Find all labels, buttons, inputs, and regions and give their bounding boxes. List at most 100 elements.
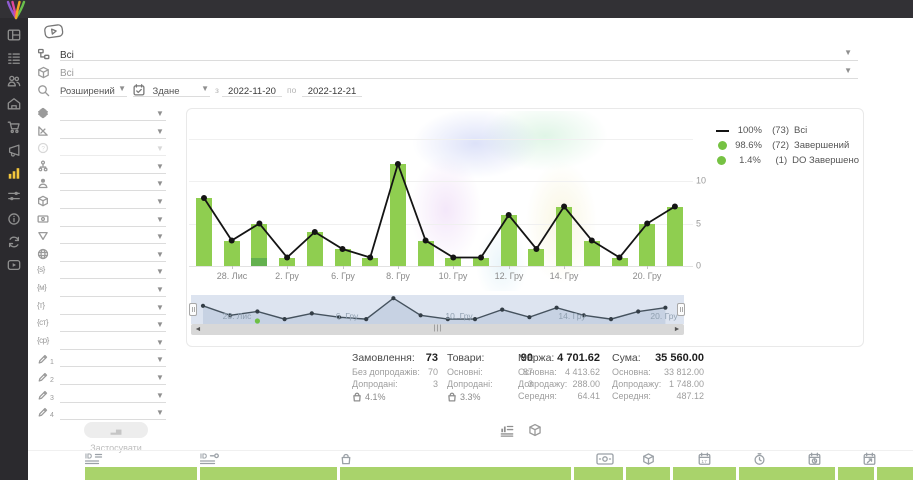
bar-completed[interactable] — [556, 207, 572, 267]
date-from-input[interactable]: 2022-11-20 — [222, 81, 282, 97]
legend-count: (1) — [761, 155, 787, 166]
pencil-icon — [37, 389, 49, 401]
bar-completed[interactable] — [639, 224, 655, 267]
id-equal-icon[interactable]: ID — [85, 452, 103, 466]
filter-row-badge-13[interactable]: {ср}▼ — [34, 336, 168, 351]
bar-completed[interactable] — [667, 207, 683, 267]
filter-row-question[interactable]: ?▼ — [34, 142, 168, 157]
bar-completed[interactable] — [224, 241, 240, 267]
sidebar-item-analytics-icon[interactable] — [7, 166, 21, 180]
filter-row-badge-10[interactable]: {м}▼ — [34, 283, 168, 298]
sidebar-item-video-icon[interactable] — [7, 258, 21, 272]
filter-row-badge-9[interactable]: {s}▼ — [34, 265, 168, 280]
table-header-cell[interactable] — [574, 467, 623, 480]
table-header-cell[interactable] — [673, 467, 736, 480]
sidebar-item-sync-icon[interactable] — [7, 235, 21, 249]
x-tick-mark — [343, 266, 344, 269]
bar-completed[interactable] — [335, 249, 351, 266]
filter-row-package[interactable]: ▼ — [34, 195, 168, 210]
filter-row-pencil1[interactable]: 1▼ — [34, 353, 168, 368]
filter-select-underline — [60, 406, 166, 420]
legend-item-1[interactable]: 98.6%(72)Завершений — [714, 138, 859, 153]
app-logo[interactable] — [4, 0, 28, 22]
bar-completed[interactable] — [473, 258, 489, 267]
search-mode-select[interactable]: Розширений ▼ — [60, 81, 127, 97]
stat-sub-row: Допродажу:288.00 — [518, 379, 600, 391]
sidebar-item-settings-icon[interactable] — [7, 189, 21, 203]
bar-completed[interactable] — [528, 249, 544, 266]
scroll-grip[interactable]: ||| — [431, 324, 445, 335]
navigator-left-handle[interactable] — [189, 303, 197, 316]
filter-row-pencil4[interactable]: 4▼ — [34, 406, 168, 421]
calendar-17-icon[interactable]: 17 — [698, 452, 711, 466]
table-header-cell[interactable] — [739, 467, 835, 480]
bar-completed[interactable] — [501, 215, 517, 266]
scroll-right-arrow[interactable]: ► — [672, 324, 682, 335]
calendar-arrow-icon[interactable] — [863, 452, 876, 466]
legend-item-0[interactable]: 100%(73)Всі — [714, 123, 859, 138]
filter-row-org[interactable]: ▼ — [34, 160, 168, 175]
table-header-cell[interactable] — [838, 467, 874, 480]
filter-row-pencil3[interactable]: 3▼ — [34, 389, 168, 404]
apply-button[interactable]: ▂▅ Застосувати — [84, 422, 148, 438]
legend-item-2[interactable]: 1.4%(1)DO Завершено — [714, 153, 859, 168]
table-header-cell[interactable] — [626, 467, 670, 480]
sidebar-item-info-icon[interactable] — [7, 212, 21, 226]
filter-row-ruler[interactable]: ▼ — [34, 125, 168, 140]
bar-do-completed[interactable] — [251, 258, 267, 267]
bar-completed[interactable] — [279, 258, 295, 267]
sidebar-item-cart-icon[interactable] — [7, 120, 21, 134]
bar-completed[interactable] — [251, 224, 267, 258]
filter-row-badge-12[interactable]: {ст}▼ — [34, 318, 168, 333]
legend-dot-swatch — [714, 156, 730, 165]
filter-row-pencil2[interactable]: 2▼ — [34, 371, 168, 386]
table-header-cell[interactable] — [200, 467, 337, 480]
cube-icon[interactable] — [642, 452, 655, 466]
date-to-input[interactable]: 2022-12-21 — [302, 81, 362, 97]
calendar-clock-icon[interactable] — [808, 452, 821, 466]
filter-select-underline — [60, 389, 166, 403]
chevron-down-icon: ▼ — [844, 67, 852, 75]
stat-title-value: 4 701.62 — [557, 352, 600, 364]
chart-scrollbar[interactable]: ◄ ||| ► — [191, 324, 684, 335]
sidebar-item-marketing-icon[interactable] — [7, 143, 21, 157]
scroll-left-arrow[interactable]: ◄ — [193, 324, 203, 335]
bar-completed[interactable] — [612, 258, 628, 267]
chat-play-icon[interactable] — [43, 23, 65, 41]
bar-completed[interactable] — [196, 198, 212, 266]
list-chart-toggle-icon[interactable] — [500, 423, 514, 437]
stat-title-label: Маржа: — [518, 352, 554, 364]
sidebar-item-dashboard-icon[interactable] — [7, 28, 21, 42]
bar-completed[interactable] — [362, 258, 378, 267]
filter-row-person[interactable]: ▼ — [34, 177, 168, 192]
clock-icon[interactable] — [753, 452, 766, 466]
search-icon[interactable] — [37, 84, 50, 97]
source-filter-select[interactable]: Всі ▼ — [60, 45, 858, 61]
products-toggle-icon[interactable] — [528, 423, 542, 437]
id-dash-icon[interactable]: ID — [200, 452, 220, 466]
filter-row-badge-11[interactable]: {т}▼ — [34, 301, 168, 316]
sidebar-item-store-icon[interactable] — [7, 97, 21, 111]
bar-completed[interactable] — [307, 232, 323, 266]
bag-icon[interactable] — [340, 452, 352, 466]
navigator-minichart[interactable] — [191, 295, 684, 324]
filter-row-globe-solid[interactable]: ▼ — [34, 107, 168, 122]
filter-row-globe[interactable]: ▼ — [34, 248, 168, 263]
navigator-right-handle[interactable] — [677, 303, 685, 316]
y-axis-label: 5 — [696, 219, 714, 229]
legend-label: Всі — [794, 125, 807, 136]
bar-completed[interactable] — [418, 241, 434, 267]
filter-row-banknote[interactable]: ▼ — [34, 213, 168, 228]
table-header-cell[interactable] — [877, 467, 913, 480]
bar-completed[interactable] — [390, 164, 406, 266]
money-icon[interactable] — [596, 452, 614, 466]
filter-row-funnel[interactable]: ▼ — [34, 230, 168, 245]
product-filter-select[interactable]: Всі ▼ — [60, 63, 858, 79]
date-type-select[interactable]: Здане ▼ — [133, 81, 210, 97]
table-header-cell[interactable] — [340, 467, 571, 480]
bar-completed[interactable] — [445, 258, 461, 267]
table-header-cell[interactable] — [85, 467, 197, 480]
sidebar-item-orders-icon[interactable] — [7, 51, 21, 65]
bar-completed[interactable] — [584, 241, 600, 267]
sidebar-item-customers-icon[interactable] — [7, 74, 21, 88]
